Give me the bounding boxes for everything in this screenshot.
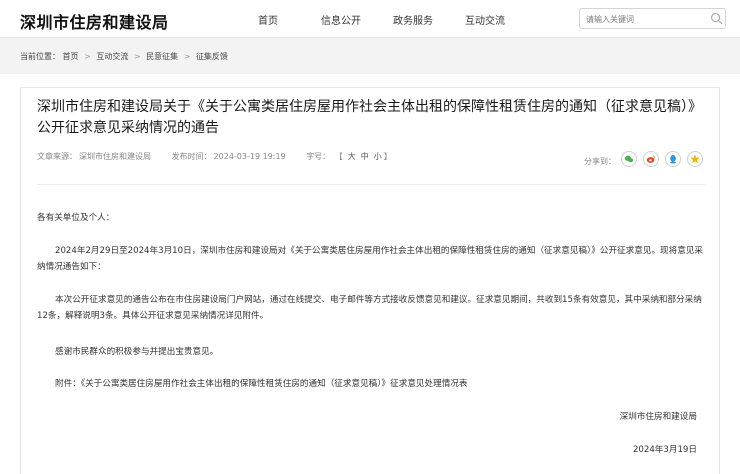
- font-size-large[interactable]: 大: [348, 152, 356, 161]
- font-size-bracket-close: 】: [383, 152, 392, 161]
- article-paragraph: 2024年2月29日至2024年3月10日，深圳市住房和建设局对《关于公寓类居住…: [37, 246, 704, 272]
- publish-time: 2024-03-19 19:19: [213, 152, 286, 161]
- article-source: 深圳市住房和建设局: [79, 152, 151, 161]
- font-size-label: 字号：: [306, 152, 331, 161]
- qzone-icon[interactable]: [687, 151, 703, 167]
- weibo-icon[interactable]: [643, 151, 659, 167]
- search-box: [579, 8, 726, 29]
- meta-divider: [37, 184, 705, 185]
- breadcrumb-separator: >: [84, 52, 91, 61]
- search-icon[interactable]: [710, 12, 723, 25]
- qq-icon[interactable]: [665, 151, 681, 167]
- search-input[interactable]: [586, 12, 704, 26]
- breadcrumb-prefix: 当前位置：: [20, 52, 60, 61]
- source-label: 文章来源：: [37, 152, 77, 161]
- article-signature: 深圳市住房和建设局: [619, 412, 697, 422]
- article-meta: 文章来源： 深圳市住房和建设局 发布时间： 2024-03-19 19:19 字号：…: [37, 151, 394, 162]
- breadcrumb-separator: >: [133, 52, 141, 61]
- breadcrumb-item-feedback[interactable]: 征集反馈: [196, 52, 228, 61]
- article-date: 2024年3月19日: [632, 445, 697, 455]
- breadcrumb-item-interaction[interactable]: 互动交流: [96, 52, 128, 61]
- nav-item-info-disclosure[interactable]: 信息公开: [321, 12, 361, 27]
- nav-item-home[interactable]: 首页: [258, 12, 278, 27]
- font-size-small[interactable]: 小: [374, 152, 382, 161]
- breadcrumb-separator: >: [183, 52, 191, 61]
- font-size-bracket-open: 【: [334, 152, 343, 161]
- attachment-link[interactable]: 附件：《关于公寓类居住房屋用作社会主体出租的保障性租赁住房的通知（征求意见稿）》…: [37, 376, 707, 392]
- breadcrumb-item-home[interactable]: 首页: [63, 52, 79, 61]
- article-card: 深圳市住房和建设局关于《关于公寓类居住房屋用作社会主体出租的保障性租赁住房的通知…: [20, 87, 720, 474]
- breadcrumb: 当前位置： 首页 > 互动交流 > 民意征集 > 征集反馈: [20, 51, 228, 62]
- breadcrumb-bar: 当前位置： 首页 > 互动交流 > 民意征集 > 征集反馈: [0, 38, 740, 74]
- site-logo[interactable]: 深圳市住房和建设局: [20, 9, 169, 33]
- share-label: 分享到：: [584, 157, 616, 166]
- nav-item-interaction[interactable]: 互动交流: [465, 12, 505, 27]
- nav-item-government-services[interactable]: 政务服务: [393, 12, 433, 27]
- font-size-medium[interactable]: 中: [361, 152, 369, 161]
- wechat-icon[interactable]: [621, 151, 637, 167]
- article-paragraph: 感谢市民群众的积极参与并提出宝贵意见。: [55, 347, 219, 357]
- article-paragraph: 本次公开征求意见的通告公布在市住房建设局门户网站，通过在线提交、电子邮件等方式接…: [37, 295, 702, 321]
- breadcrumb-item-opinion-collection[interactable]: 民意征集: [146, 52, 178, 61]
- time-label: 发布时间：: [171, 152, 212, 161]
- site-header: 深圳市住房和建设局 首页 信息公开 政务服务 互动交流: [0, 0, 740, 38]
- article-title: 深圳市住房和建设局关于《关于公寓类居住房屋用作社会主体出租的保障性租赁住房的通知…: [37, 99, 702, 136]
- article-greeting: 各有关单位及个人：: [37, 213, 115, 223]
